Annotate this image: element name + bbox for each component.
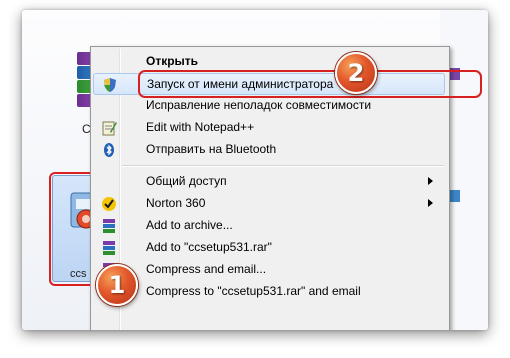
menu-item-label: Compress and email... xyxy=(146,262,267,276)
menu-item-label: Открыть xyxy=(146,54,199,68)
bluetooth-icon xyxy=(104,143,114,157)
screenshot-frame: Сумк ccs Открыть Запуск от имени админис… xyxy=(22,10,488,330)
step-2-badge: 2 xyxy=(335,52,377,94)
menu-item-bluetooth[interactable]: Отправить на Bluetooth xyxy=(93,139,445,161)
menu-item-label: Add to archive... xyxy=(146,218,233,232)
menu-item-troubleshoot[interactable]: Исправление неполадок совместимости xyxy=(93,95,445,117)
admin-item-callout-outline xyxy=(138,70,482,98)
menu-item-sharing[interactable]: Общий доступ xyxy=(93,171,445,193)
notepad-icon xyxy=(102,121,117,136)
menu-item-add-archive[interactable]: Add to archive... xyxy=(93,215,445,237)
step-1-badge: 1 xyxy=(96,264,138,306)
menu-item-add-to-rar[interactable]: Add to "ccsetup531.rar" xyxy=(93,237,445,259)
submenu-arrow-icon xyxy=(428,177,433,185)
norton-check-icon xyxy=(102,197,116,211)
menu-item-norton[interactable]: Norton 360 xyxy=(93,193,445,215)
menu-item-notepad[interactable]: Edit with Notepad++ xyxy=(93,117,445,139)
winrar-icon xyxy=(103,241,115,255)
shield-icon xyxy=(104,78,116,92)
menu-item-label: Add to "ccsetup531.rar" xyxy=(146,240,272,254)
menu-item-label: Исправление неполадок совместимости xyxy=(146,98,372,112)
menu-item-compress-email[interactable]: Compress and email... xyxy=(93,259,445,281)
menu-item-label: Отправить на Bluetooth xyxy=(146,142,277,156)
menu-item-label: Norton 360 xyxy=(146,196,206,210)
menu-item-label: Compress to "ccsetup531.rar" and email xyxy=(146,284,361,298)
menu-item-compress-to-rar-email[interactable]: Compress to "ccsetup531.rar" and email xyxy=(93,281,445,303)
winrar-icon xyxy=(103,219,115,233)
menu-item-label: Edit with Notepad++ xyxy=(146,120,255,134)
submenu-arrow-icon xyxy=(428,199,433,207)
menu-item-label: Общий доступ xyxy=(146,174,227,188)
menu-separator xyxy=(122,165,444,167)
